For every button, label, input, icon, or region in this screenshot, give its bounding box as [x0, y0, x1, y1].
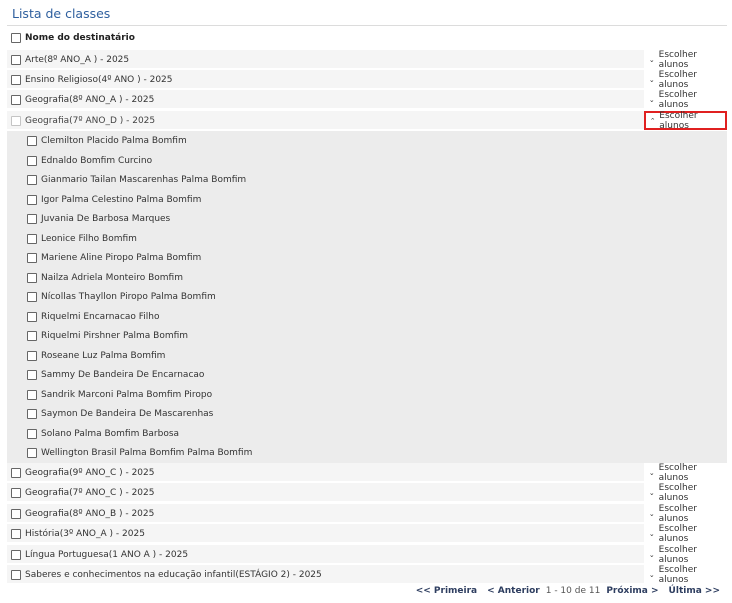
choose-students-button[interactable]: ⌄ Escolher alunos: [644, 504, 727, 524]
choose-students-button[interactable]: ⌄ Escolher alunos: [644, 50, 727, 70]
class-name: Geografia(7º ANO_D ) - 2025: [25, 115, 156, 126]
chevron-up-icon: ⌃: [649, 116, 656, 125]
student-item: Clemilton Placido Palma Bomfim: [27, 133, 187, 149]
chevron-down-icon: ⌄: [648, 488, 655, 497]
pagination: << Primeira < Anterior 1 - 10 de 11 Próx…: [406, 586, 720, 596]
student-checkbox[interactable]: [27, 273, 37, 283]
choose-students-button[interactable]: ⌃ Escolher alunos: [644, 111, 727, 131]
class-name: Geografia(9º ANO_C ) - 2025: [25, 467, 155, 478]
class-row: Geografia(7º ANO_C ) - 2025 ⌄ Escolher al…: [7, 483, 727, 503]
student-item: Wellington Brasil Palma Bomfim Palma Bom…: [27, 445, 252, 461]
class-checkbox[interactable]: [11, 54, 21, 65]
class-checkbox[interactable]: [11, 467, 21, 478]
class-row: Geografia(9º ANO_C ) - 2025 ⌄ Escolher al…: [7, 463, 727, 483]
student-item: Mariene Aline Piropo Palma Bomfim: [27, 250, 201, 266]
class-row: Arte(8º ANO_A ) - 2025 ⌄ Escolher alunos: [7, 50, 727, 70]
class-name: Geografia(7º ANO_C ) - 2025: [25, 487, 155, 498]
student-item: Ednaldo Bomfim Curcino: [27, 153, 152, 169]
student-checkbox[interactable]: [27, 253, 37, 263]
student-checkbox[interactable]: [27, 331, 37, 341]
class-name: Geografia(8º ANO_A ) - 2025: [25, 94, 155, 105]
last-page-link[interactable]: Última >>: [669, 586, 720, 596]
student-item: Saymon De Bandeira De Mascarenhas: [27, 406, 213, 422]
class-row: Ensino Religioso(4º ANO ) - 2025 ⌄ Escolh…: [7, 70, 727, 90]
class-row: Geografia(8º ANO_B ) - 2025 ⌄ Escolher al…: [7, 504, 727, 524]
class-row: História(3º ANO_A ) - 2025 ⌄ Escolher alu…: [7, 524, 727, 544]
class-name: Língua Portuguesa(1 ANO A ) - 2025: [25, 549, 189, 560]
student-list: Clemilton Placido Palma Bomfim Ednaldo B…: [7, 131, 727, 463]
header-label: Nome do destinatário: [25, 33, 135, 43]
student-item: Gianmario Tailan Mascarenhas Palma Bomfi…: [27, 172, 246, 188]
chevron-down-icon: ⌄: [648, 75, 655, 84]
choose-students-button[interactable]: ⌄ Escolher alunos: [644, 545, 727, 565]
table-header: Nome do destinatário: [7, 29, 727, 47]
choose-students-button[interactable]: ⌄ Escolher alunos: [644, 70, 727, 90]
class-row: Língua Portuguesa(1 ANO A ) - 2025 ⌄ Esco…: [7, 545, 727, 565]
choose-students-button[interactable]: ⌄ Escolher alunos: [644, 524, 727, 544]
select-all-checkbox[interactable]: [11, 33, 21, 43]
title-divider: [7, 25, 727, 26]
class-name: Saberes e conhecimentos na educação infa…: [25, 569, 322, 580]
student-checkbox[interactable]: [27, 195, 37, 205]
page-range: 1 - 10 de 11: [545, 586, 601, 596]
student-checkbox[interactable]: [27, 429, 37, 439]
student-item: Juvania De Barbosa Marques: [27, 211, 170, 227]
chevron-down-icon: ⌄: [648, 529, 655, 538]
student-item: Solano Palma Bomfim Barbosa: [27, 426, 179, 442]
first-page-link[interactable]: << Primeira: [416, 586, 477, 596]
student-checkbox[interactable]: [27, 136, 37, 146]
chevron-down-icon: ⌄: [648, 550, 655, 559]
choose-students-button[interactable]: ⌄ Escolher alunos: [644, 483, 727, 503]
student-checkbox[interactable]: [27, 156, 37, 166]
student-checkbox[interactable]: [27, 448, 37, 458]
chevron-down-icon: ⌄: [648, 570, 655, 579]
class-name: Arte(8º ANO_A ) - 2025: [25, 54, 130, 65]
next-page-link[interactable]: Próxima >: [606, 586, 658, 596]
student-item: Sandrik Marconi Palma Bomfim Piropo: [27, 387, 212, 403]
student-item: Riquelmi Encarnacao Filho: [27, 309, 160, 325]
class-name: História(3º ANO_A ) - 2025: [25, 528, 145, 539]
previous-page-link[interactable]: < Anterior: [487, 586, 540, 596]
class-checkbox[interactable]: [11, 508, 21, 519]
class-checkbox[interactable]: [11, 487, 21, 498]
class-checkbox[interactable]: [11, 94, 21, 105]
student-checkbox[interactable]: [27, 214, 37, 224]
chevron-down-icon: ⌄: [648, 95, 655, 104]
student-checkbox[interactable]: [27, 370, 37, 380]
student-checkbox[interactable]: [27, 312, 37, 322]
chevron-down-icon: ⌄: [648, 55, 655, 64]
choose-students-button[interactable]: ⌄ Escolher alunos: [644, 90, 727, 110]
chevron-down-icon: ⌄: [648, 509, 655, 518]
class-row: Saberes e conhecimentos na educação infa…: [7, 565, 727, 585]
choose-students-button[interactable]: ⌄ Escolher alunos: [644, 463, 727, 483]
class-checkbox[interactable]: [11, 569, 21, 580]
class-checkbox[interactable]: [11, 528, 21, 539]
student-item: Igor Palma Celestino Palma Bomfim: [27, 192, 201, 208]
student-checkbox[interactable]: [27, 175, 37, 185]
student-item: Nailza Adriela Monteiro Bomfim: [27, 270, 183, 286]
student-item: Roseane Luz Palma Bomfim: [27, 348, 165, 364]
class-checkbox[interactable]: [11, 115, 21, 126]
student-checkbox[interactable]: [27, 409, 37, 419]
class-name: Geografia(8º ANO_B ) - 2025: [25, 508, 155, 519]
student-checkbox[interactable]: [27, 390, 37, 400]
student-item: Leonice Filho Bomfim: [27, 231, 137, 247]
class-row: Geografia(8º ANO_A ) - 2025 ⌄ Escolher al…: [7, 90, 727, 110]
student-checkbox[interactable]: [27, 234, 37, 244]
student-item: Sammy De Bandeira De Encarnacao: [27, 367, 204, 383]
student-item: Riquelmi Pirshner Palma Bomfim: [27, 328, 188, 344]
class-row-expanded: Geografia(7º ANO_D ) - 2025 ⌃ Escolher al…: [7, 111, 727, 131]
page-title: Lista de classes: [12, 6, 111, 21]
choose-students-button[interactable]: ⌄ Escolher alunos: [644, 565, 727, 585]
student-checkbox[interactable]: [27, 351, 37, 361]
class-checkbox[interactable]: [11, 74, 21, 85]
student-item: Nícollas Thayllon Piropo Palma Bomfim: [27, 289, 216, 305]
class-name: Ensino Religioso(4º ANO ) - 2025: [25, 74, 173, 85]
student-checkbox[interactable]: [27, 292, 37, 302]
class-checkbox[interactable]: [11, 549, 21, 560]
chevron-down-icon: ⌄: [648, 468, 655, 477]
